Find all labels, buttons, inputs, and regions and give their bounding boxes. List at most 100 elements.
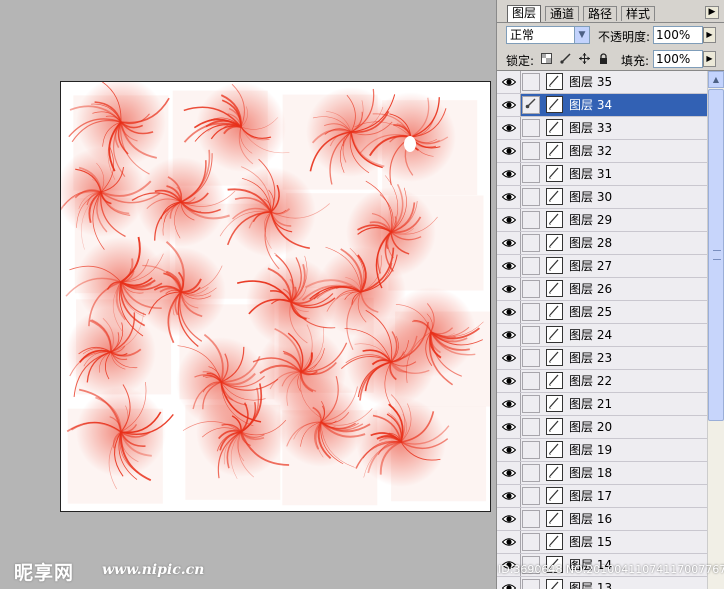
link-slot[interactable] [522,234,540,252]
layer-row[interactable]: 图层 33 [497,117,707,140]
chevron-down-icon[interactable]: ▼ [574,27,589,43]
lock-move-icon[interactable] [579,53,590,64]
link-slot[interactable] [522,487,540,505]
eye-icon[interactable] [497,393,521,415]
link-slot[interactable] [522,441,540,459]
layers-scrollbar[interactable]: ▲ [707,71,724,589]
layer-row[interactable]: 图层 34 [497,94,707,117]
brush-icon[interactable] [522,96,540,114]
layer-row[interactable]: 图层 29 [497,209,707,232]
brush-layer-thumb-icon[interactable] [546,372,563,389]
layer-row[interactable]: 图层 22 [497,370,707,393]
link-slot[interactable] [522,372,540,390]
brush-layer-thumb-icon[interactable] [546,464,563,481]
eye-icon[interactable] [497,577,521,589]
link-slot[interactable] [522,257,540,275]
layer-row[interactable]: 图层 19 [497,439,707,462]
brush-layer-thumb-icon[interactable] [546,487,563,504]
document-canvas[interactable] [60,81,491,512]
brush-layer-thumb-icon[interactable] [546,96,563,113]
link-slot[interactable] [522,533,540,551]
brush-layer-thumb-icon[interactable] [546,280,563,297]
link-slot[interactable] [522,349,540,367]
layer-row[interactable]: 图层 30 [497,186,707,209]
opacity-arrow-icon[interactable]: ▶ [703,27,716,43]
tab-paths[interactable]: 路径 [583,6,618,21]
eye-icon[interactable] [497,232,521,254]
brush-layer-thumb-icon[interactable] [546,188,563,205]
link-slot[interactable] [522,303,540,321]
link-slot[interactable] [522,142,540,160]
scroll-thumb[interactable] [708,89,724,421]
link-slot[interactable] [522,418,540,436]
layer-row[interactable]: 图层 18 [497,462,707,485]
eye-icon[interactable] [497,186,521,208]
scroll-up-icon[interactable]: ▲ [708,71,724,88]
layer-row[interactable]: 图层 27 [497,255,707,278]
layer-row[interactable]: 图层 24 [497,324,707,347]
layer-row[interactable]: 图层 23 [497,347,707,370]
eye-icon[interactable] [497,117,521,139]
brush-layer-thumb-icon[interactable] [546,533,563,550]
opacity-input[interactable]: 100% [653,26,703,44]
layer-row[interactable]: 图层 13 [497,577,707,589]
layer-row[interactable]: 图层 25 [497,301,707,324]
brush-layer-thumb-icon[interactable] [546,257,563,274]
link-slot[interactable] [522,510,540,528]
eye-icon[interactable] [497,324,521,346]
layer-row[interactable]: 图层 31 [497,163,707,186]
layer-row[interactable]: 图层 26 [497,278,707,301]
eye-icon[interactable] [497,531,521,553]
eye-icon[interactable] [497,485,521,507]
link-slot[interactable] [522,326,540,344]
eye-icon[interactable] [497,347,521,369]
eye-icon[interactable] [497,278,521,300]
eye-icon[interactable] [497,462,521,484]
link-slot[interactable] [522,119,540,137]
eye-icon[interactable] [497,370,521,392]
brush-layer-thumb-icon[interactable] [546,142,563,159]
eye-icon[interactable] [497,209,521,231]
brush-layer-thumb-icon[interactable] [546,349,563,366]
fill-input[interactable]: 100% [653,50,703,68]
brush-layer-thumb-icon[interactable] [546,165,563,182]
layer-row[interactable]: 图层 15 [497,531,707,554]
link-slot[interactable] [522,165,540,183]
eye-icon[interactable] [497,301,521,323]
link-slot[interactable] [522,211,540,229]
eye-icon[interactable] [497,163,521,185]
blend-mode-select[interactable]: 正常 ▼ [506,26,590,44]
lock-all-icon[interactable] [598,53,609,64]
link-slot[interactable] [522,188,540,206]
layer-row[interactable]: 图层 17 [497,485,707,508]
link-slot[interactable] [522,280,540,298]
brush-layer-thumb-icon[interactable] [546,211,563,228]
layer-row[interactable]: 图层 21 [497,393,707,416]
layer-row[interactable]: 图层 20 [497,416,707,439]
brush-layer-thumb-icon[interactable] [546,418,563,435]
layer-row[interactable]: 图层 35 [497,71,707,94]
eye-icon[interactable] [497,71,521,93]
link-slot[interactable] [522,579,540,589]
eye-icon[interactable] [497,508,521,530]
eye-icon[interactable] [497,255,521,277]
palette-menu-icon[interactable]: ▶ [705,6,719,19]
brush-layer-thumb-icon[interactable] [546,234,563,251]
brush-layer-thumb-icon[interactable] [546,395,563,412]
brush-layer-thumb-icon[interactable] [546,510,563,527]
brush-layer-thumb-icon[interactable] [546,73,563,90]
eye-icon[interactable] [497,94,521,116]
link-slot[interactable] [522,395,540,413]
fill-arrow-icon[interactable]: ▶ [703,51,716,67]
link-slot[interactable] [522,73,540,91]
brush-layer-thumb-icon[interactable] [546,326,563,343]
tab-channels[interactable]: 通道 [545,6,580,21]
layer-row[interactable]: 图层 32 [497,140,707,163]
tab-styles[interactable]: 样式 [621,6,656,21]
eye-icon[interactable] [497,140,521,162]
layer-row[interactable]: 图层 16 [497,508,707,531]
link-slot[interactable] [522,464,540,482]
eye-icon[interactable] [497,416,521,438]
lock-transparency-icon[interactable] [541,53,552,64]
lock-paint-icon[interactable] [560,53,571,64]
